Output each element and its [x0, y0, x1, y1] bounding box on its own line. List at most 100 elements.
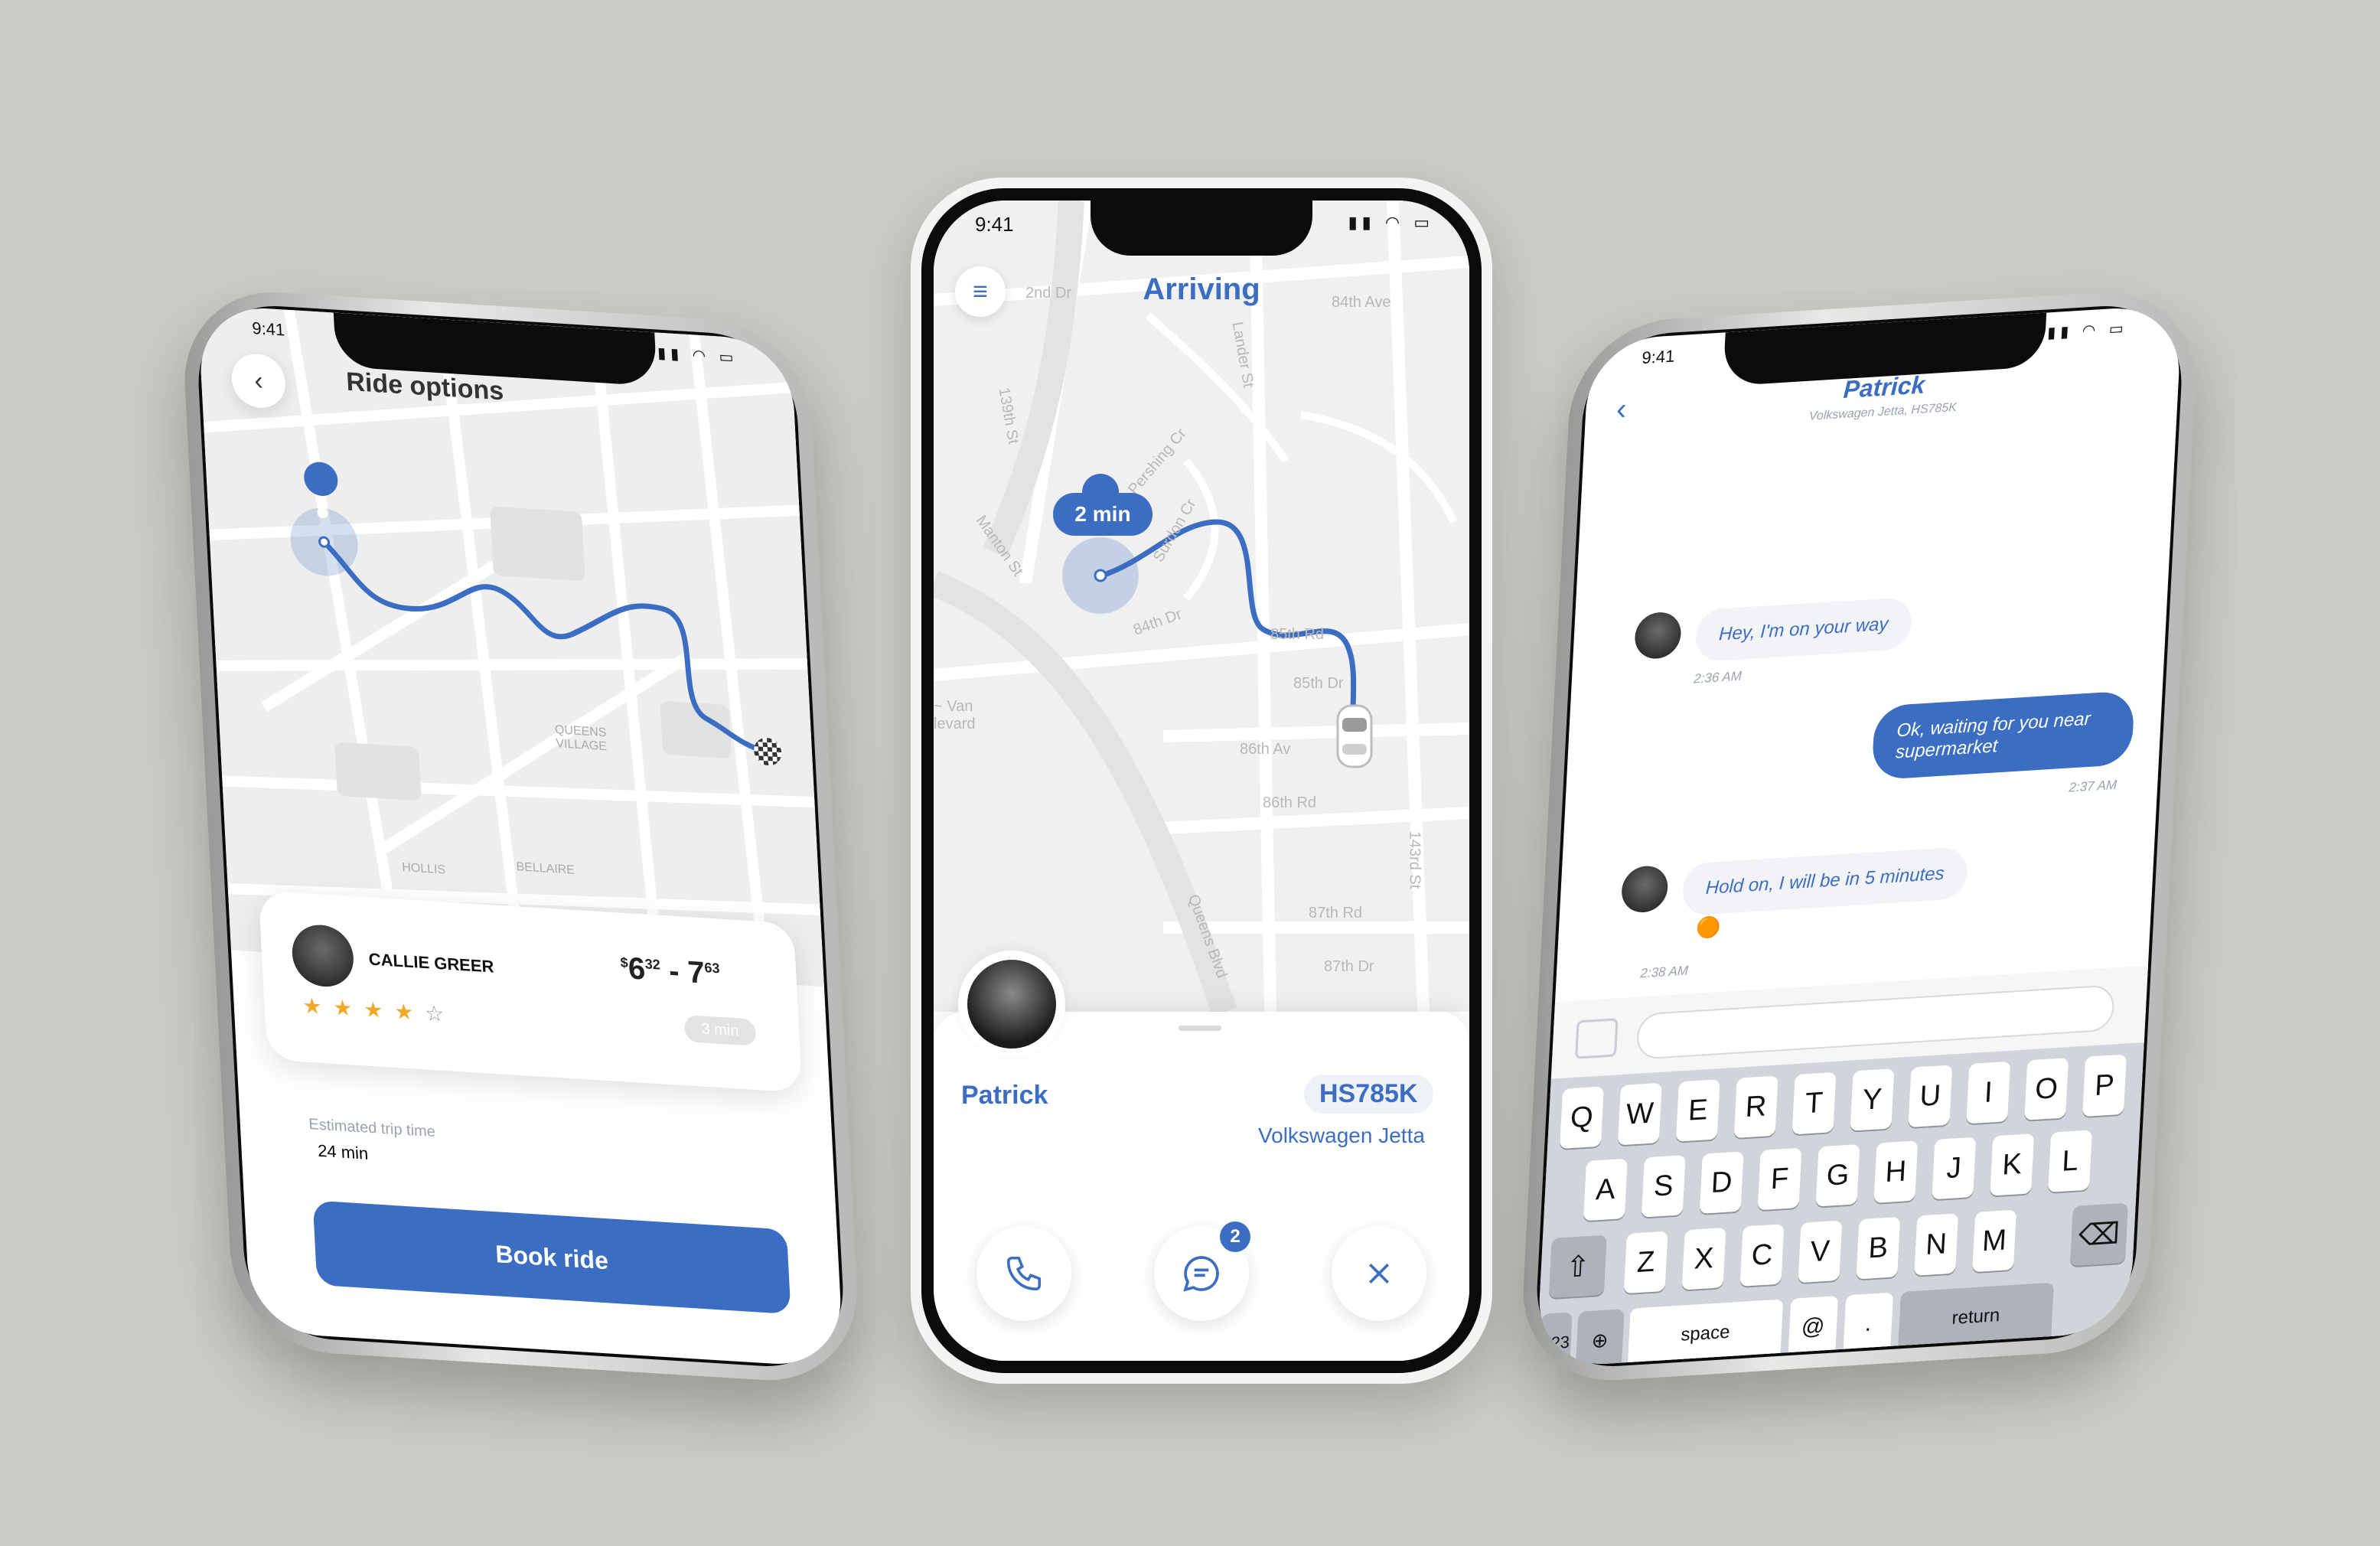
key-c[interactable]: C: [1739, 1224, 1785, 1287]
message-time: 2:37 AM: [2069, 777, 2118, 795]
shift-icon: ⇧: [1564, 1250, 1591, 1284]
key-h[interactable]: H: [1873, 1140, 1919, 1204]
book-ride-button[interactable]: Book ride: [312, 1200, 791, 1315]
key-e[interactable]: E: [1675, 1079, 1720, 1142]
key-q[interactable]: Q: [1559, 1086, 1604, 1150]
street-label: 143rd St: [1406, 830, 1423, 889]
map-label-queens-village: QUEENS VILLAGE: [554, 723, 608, 754]
key-o[interactable]: O: [2024, 1058, 2069, 1120]
status-time: 9:41: [1641, 346, 1675, 368]
shift-key[interactable]: ⇧: [1548, 1235, 1607, 1299]
key-n[interactable]: N: [1914, 1213, 1959, 1276]
key-t[interactable]: T: [1792, 1071, 1837, 1135]
map-label-hollis: HOLLIS: [401, 860, 446, 877]
street-label: 87th Rd: [1309, 905, 1363, 921]
keyboard: QWERTYUIOP ASDFGHJKL ZXCVBNM ⇧ ⌫ 123 ⊕ s…: [1536, 1042, 2147, 1368]
key-s[interactable]: S: [1641, 1155, 1686, 1218]
left-map: QUEENS VILLAGE HOLLIS BELLAIRE: [197, 304, 824, 987]
right-phone-screen: 9:41 ▮▮ ◠ ▭ ‹ Patrick Volkswagen Jetta, …: [1536, 304, 2183, 1368]
call-button[interactable]: [976, 1226, 1071, 1321]
key-i[interactable]: I: [1966, 1061, 2011, 1124]
at-key[interactable]: @: [1788, 1296, 1839, 1359]
driver-name: Patrick: [961, 1081, 1048, 1110]
image-attach-icon[interactable]: [1574, 1018, 1619, 1059]
status-time: 9:41: [975, 213, 1014, 236]
globe-icon: ⊕: [1590, 1327, 1609, 1352]
driver-avatar: [967, 960, 1056, 1049]
star-empty-icon: ☆: [424, 1001, 445, 1026]
avatar: [1620, 864, 1669, 914]
driver-card[interactable]: CALLIE GREER $632 - 763 ★ ★ ★ ★ ☆ 3 min: [258, 890, 803, 1093]
key-v[interactable]: V: [1798, 1220, 1843, 1283]
left-phone-mockup: QUEENS VILLAGE HOLLIS BELLAIRE 9:41 ▮▮ ◠…: [88, 281, 892, 1386]
call-icon: [1006, 1256, 1042, 1291]
center-map: 2nd Dr 84th Ave Lander St 139th St Persh…: [934, 201, 1469, 1012]
eta-pin-badge: 2 min: [1053, 493, 1153, 536]
driver-avatar: [290, 923, 355, 989]
left-phone-screen: QUEENS VILLAGE HOLLIS BELLAIRE 9:41 ▮▮ ◠…: [197, 304, 844, 1368]
key-w[interactable]: W: [1617, 1082, 1662, 1146]
car-model: Volkswagen Jetta: [1258, 1124, 1425, 1147]
street-label: 86th Av: [1240, 741, 1291, 758]
sheet-handle[interactable]: [1179, 1026, 1221, 1031]
chat-button[interactable]: 2: [1154, 1221, 1250, 1321]
star-icon: ★: [302, 993, 323, 1019]
chat-icon: [1183, 1256, 1219, 1292]
star-icon: ★: [363, 997, 384, 1023]
key-a[interactable]: A: [1583, 1158, 1628, 1221]
message-bubble-received: Hold on, I will be in 5 minutes: [1681, 846, 1969, 916]
showcase-canvas: { "left_phone": { "status_time": "9:41",…: [0, 0, 2380, 1546]
key-k[interactable]: K: [1990, 1133, 2035, 1196]
right-phone-frame: 9:41 ▮▮ ◠ ▭ ‹ Patrick Volkswagen Jetta, …: [1518, 286, 2201, 1386]
star-icon: ★: [332, 995, 354, 1021]
key-b[interactable]: B: [1856, 1216, 1901, 1280]
unread-badge: 2: [1220, 1221, 1250, 1252]
dot-key[interactable]: .: [1843, 1292, 1894, 1355]
key-r[interactable]: R: [1733, 1075, 1778, 1139]
message-bubble-sent: Ok, waiting for you near supermarket: [1871, 690, 2135, 781]
message-time: 2:38 AM: [1639, 963, 1689, 981]
backspace-key[interactable]: ⌫: [2069, 1202, 2128, 1267]
key-m[interactable]: M: [1972, 1209, 2017, 1273]
status-icons: ▮▮ ◠ ▭: [2046, 319, 2129, 342]
price-range: $632 - 763: [619, 951, 720, 990]
center-phone-screen: 2nd Dr 84th Ave Lander St 139th St Persh…: [934, 201, 1469, 1361]
left-map-roads: [197, 304, 824, 987]
street-label: 86th Rd: [1263, 794, 1317, 811]
key-y[interactable]: Y: [1850, 1068, 1895, 1131]
trip-time-label: Estimated trip time: [308, 1115, 436, 1141]
message-bubble-received: Hey, I'm on your way: [1694, 596, 1913, 663]
key-x[interactable]: X: [1681, 1227, 1726, 1290]
right-phone-mockup: 9:41 ▮▮ ◠ ▭ ‹ Patrick Volkswagen Jetta, …: [1488, 281, 2292, 1386]
cancel-ride-button[interactable]: [1332, 1226, 1426, 1321]
key-g[interactable]: G: [1815, 1143, 1860, 1207]
status-icons: ▮▮ ◠ ▭: [1348, 213, 1434, 232]
driver-bottom-sheet: Patrick HS785K Volkswagen Jetta 2: [934, 951, 1469, 1361]
key-p[interactable]: P: [2082, 1054, 2127, 1117]
globe-key[interactable]: ⊕: [1575, 1309, 1625, 1368]
chevron-left-icon: ‹: [253, 365, 264, 396]
street-label: 87th Dr: [1324, 958, 1374, 975]
left-phone-frame: QUEENS VILLAGE HOLLIS BELLAIRE 9:41 ▮▮ ◠…: [179, 286, 862, 1386]
eta-badge: 3 min: [683, 1014, 757, 1046]
typing-indicator-icon: 🟠: [1695, 915, 1722, 940]
message-time: 2:36 AM: [1693, 668, 1743, 687]
driver-name: CALLIE GREER: [368, 949, 495, 977]
center-phone-frame: 2nd Dr 84th Ave Lander St 139th St Persh…: [911, 178, 1492, 1384]
key-u[interactable]: U: [1908, 1065, 1953, 1128]
star-icon: ★: [393, 999, 415, 1025]
key-l[interactable]: L: [2048, 1130, 2093, 1192]
key-f[interactable]: F: [1757, 1147, 1802, 1211]
close-icon: [1369, 1264, 1389, 1283]
car-icon: [1336, 704, 1373, 768]
key-z[interactable]: Z: [1623, 1231, 1668, 1294]
center-map-roads: [934, 201, 1469, 1012]
street-label: 85th Dr: [1293, 675, 1344, 692]
street-label: ~ Van levard: [934, 698, 976, 732]
numbers-key[interactable]: 123: [1538, 1312, 1573, 1368]
status-time: 9:41: [251, 318, 285, 340]
backspace-icon: ⌫: [2077, 1217, 2121, 1253]
street-label: 85th Rd: [1270, 626, 1325, 643]
key-d[interactable]: D: [1699, 1151, 1744, 1215]
key-j[interactable]: J: [1932, 1137, 1977, 1200]
